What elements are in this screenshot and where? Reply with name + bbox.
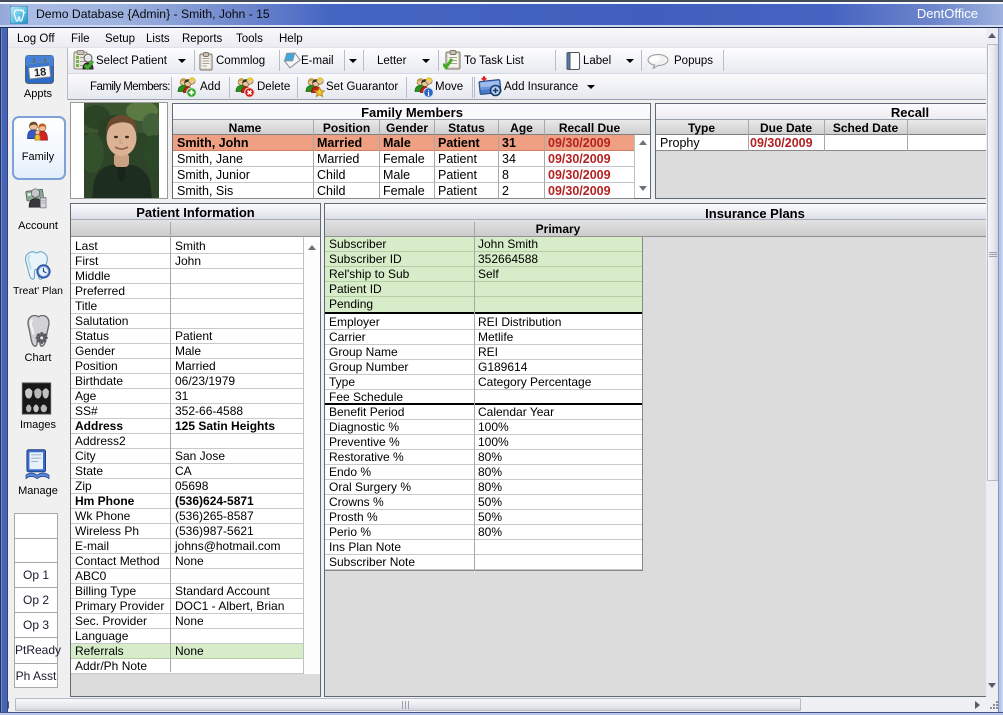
- svg-text:18: 18: [33, 66, 46, 79]
